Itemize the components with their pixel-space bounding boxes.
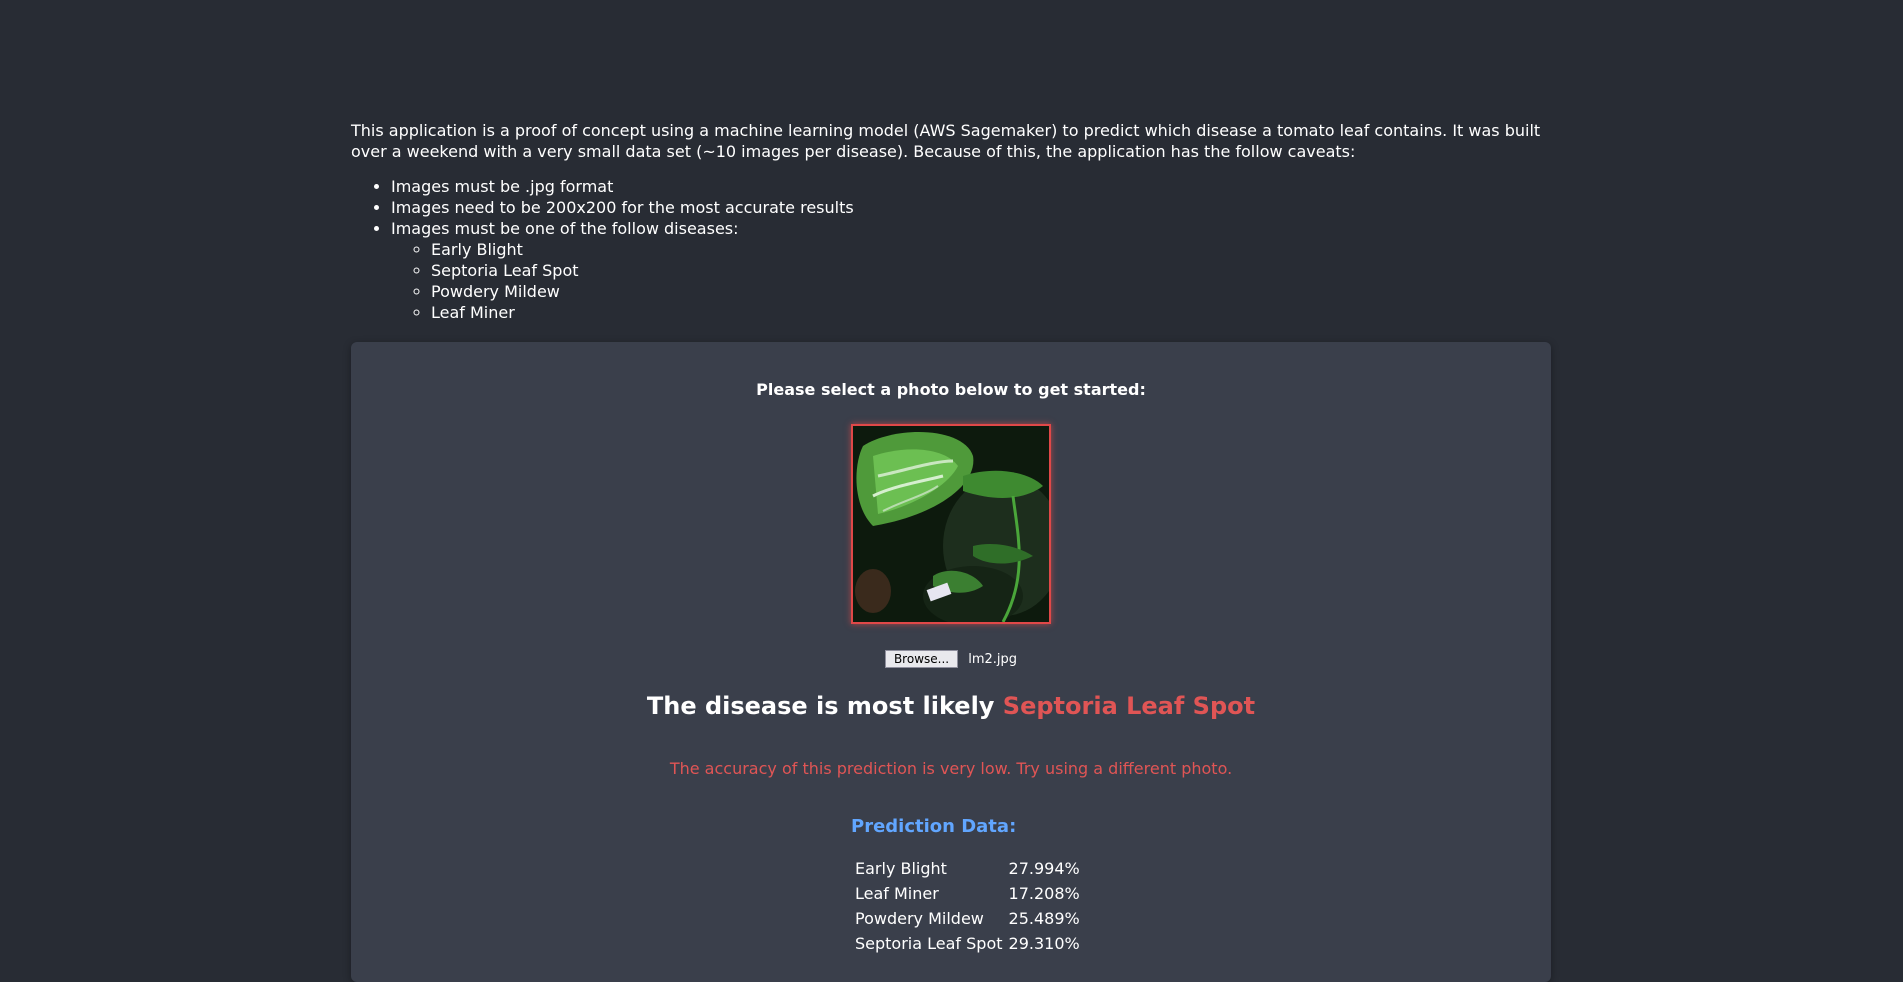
low-accuracy-warning: The accuracy of this prediction is very … [669, 759, 1233, 778]
disease-item: Early Blight [431, 239, 1551, 260]
disease-item: Septoria Leaf Spot [431, 260, 1551, 281]
prediction-disease-name: Leaf Miner [855, 884, 939, 903]
table-row: Leaf Miner 17.208% [852, 881, 1083, 906]
result-prefix: The disease is most likely [646, 692, 1003, 720]
select-photo-prompt: Please select a photo below to get start… [756, 380, 1146, 399]
table-row: Powdery Mildew 25.489% [852, 906, 1083, 931]
caveat-item: Images need to be 200x200 for the most a… [391, 197, 1551, 218]
prediction-value: 29.310% [1008, 934, 1080, 953]
prediction-result: The disease is most likely Septoria Leaf… [351, 692, 1551, 720]
prediction-data-heading: Prediction Data: [851, 816, 1017, 837]
table-row: Early Blight 27.994% [852, 856, 1083, 881]
file-upload: Browse... lm2.jpg [351, 650, 1551, 668]
selected-file-name: lm2.jpg [968, 651, 1018, 667]
caveat-item-label: Images must be one of the follow disease… [391, 219, 739, 238]
intro-paragraph: This application is a proof of concept u… [351, 121, 1541, 161]
prediction-value: 27.994% [1008, 859, 1080, 878]
diseases-list: Early Blight Septoria Leaf Spot Powdery … [391, 239, 1551, 323]
caveat-item-diseases: Images must be one of the follow disease… [391, 218, 1551, 323]
prediction-disease-name: Powdery Mildew [855, 909, 984, 928]
caveat-item: Images must be .jpg format [391, 176, 1551, 197]
predicted-disease: Septoria Leaf Spot [1002, 692, 1256, 720]
prediction-disease-name: Early Blight [855, 859, 947, 878]
uploaded-leaf-photo [851, 424, 1051, 624]
table-row: Septoria Leaf Spot 29.310% [852, 931, 1083, 956]
prediction-disease-name: Septoria Leaf Spot [855, 934, 1003, 953]
prediction-table: Early Blight 27.994% Leaf Miner 17.208% … [852, 856, 1083, 956]
prediction-value: 25.489% [1008, 909, 1080, 928]
browse-button[interactable]: Browse... [884, 650, 959, 668]
page-title-cropped [500, 0, 1400, 4]
prediction-value: 17.208% [1008, 884, 1080, 903]
caveats-list: Images must be .jpg format Images need t… [351, 176, 1551, 323]
intro-section: This application is a proof of concept u… [351, 120, 1551, 323]
disease-item: Powdery Mildew [431, 281, 1551, 302]
disease-item: Leaf Miner [431, 302, 1551, 323]
prediction-card: Please select a photo below to get start… [351, 342, 1551, 982]
